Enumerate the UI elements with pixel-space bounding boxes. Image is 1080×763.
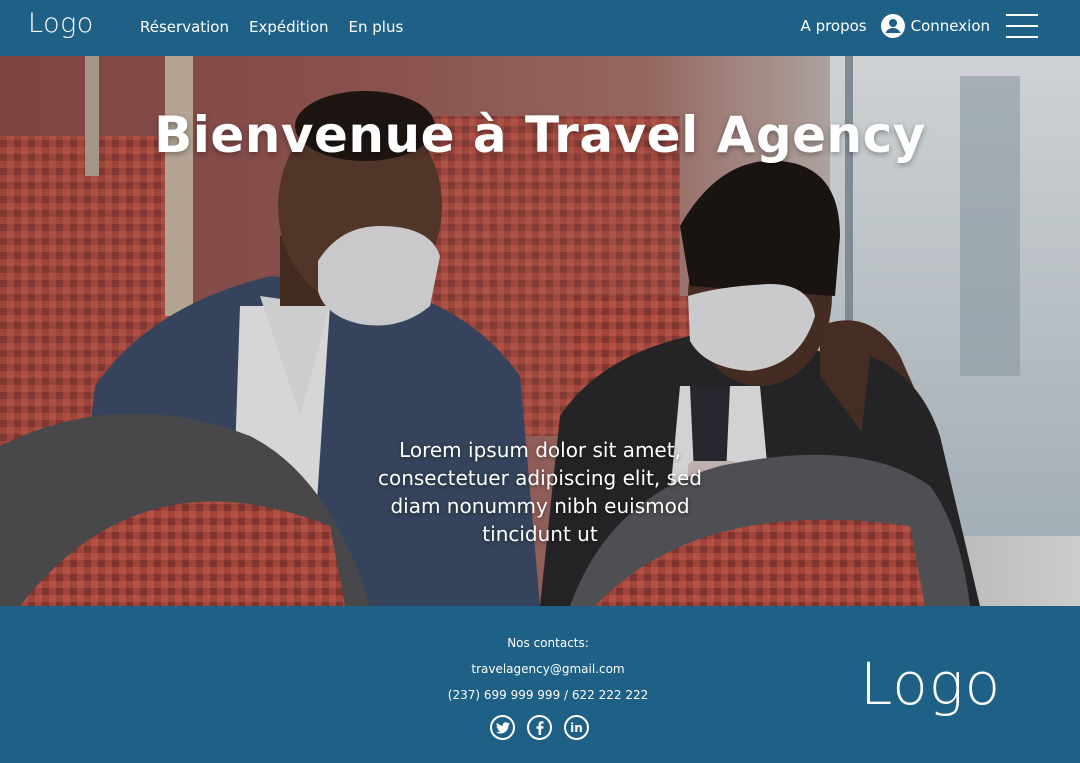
contact-phone: (237) 699 999 999 / 622 222 222 (447, 688, 649, 702)
connexion-label: Connexion (910, 17, 990, 35)
contact-email[interactable]: travelagency@gmail.com (440, 662, 656, 676)
top-navbar: Logo Réservation Expédition En plus A pr… (0, 0, 1080, 56)
nav-en-plus-link[interactable]: En plus (349, 18, 404, 36)
hero-description: Lorem ipsum dolor sit amet, consectetuer… (377, 438, 703, 546)
nav-reservation-link[interactable]: Réservation (140, 18, 229, 36)
header-logo[interactable]: Logo (28, 8, 94, 39)
hero-section: Bienvenue à Travel Agency Lorem ipsum do… (0, 56, 1080, 606)
footer: Nos contacts: travelagency@gmail.com (23… (0, 606, 1080, 763)
connexion-button[interactable]: Connexion (880, 14, 990, 38)
linkedin-icon[interactable]: in (564, 715, 589, 740)
hamburger-menu-icon[interactable] (1006, 14, 1038, 38)
contacts-title: Nos contacts: (507, 636, 589, 650)
user-icon (880, 14, 905, 38)
right-nav: A propos Connexion (801, 14, 1038, 38)
social-links: in (490, 715, 589, 740)
footer-logo[interactable]: Logo (860, 650, 1001, 718)
facebook-icon[interactable] (527, 715, 552, 740)
twitter-icon[interactable] (490, 715, 515, 740)
main-nav: Réservation Expédition En plus (140, 18, 403, 36)
contacts-block: Nos contacts: travelagency@gmail.com (23… (440, 636, 656, 714)
hero-title: Bienvenue à Travel Agency (154, 106, 926, 164)
nav-a-propos-link[interactable]: A propos (801, 17, 867, 35)
nav-expedition-link[interactable]: Expédition (249, 18, 329, 36)
